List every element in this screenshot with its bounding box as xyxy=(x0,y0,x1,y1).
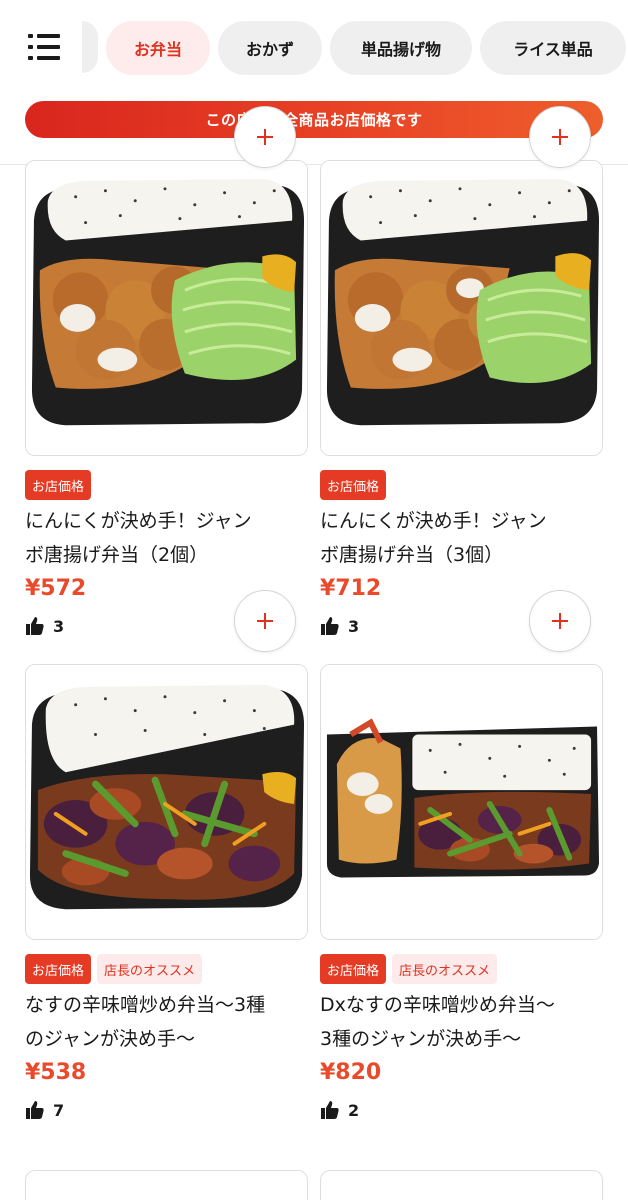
product-name[interactable]: Dxなすの辛味噌炒め弁当〜 3種のジャンが決め手〜 xyxy=(320,988,610,1056)
like-count: 3 xyxy=(25,616,64,636)
product-name-line: 3種のジャンが決め手〜 xyxy=(320,1028,522,1050)
add-to-cart-button[interactable] xyxy=(234,106,296,168)
product-name[interactable]: にんにくが決め手！ジャン ボ唐揚げ弁当（2個） xyxy=(25,504,315,572)
like-count-value: 2 xyxy=(348,1100,360,1120)
product-name-line: にんにくが決め手！ジャン xyxy=(320,510,547,532)
product-price: ¥538 xyxy=(25,1060,87,1085)
badge-row: お店価格 店長のオススメ xyxy=(320,954,498,984)
like-count: 2 xyxy=(320,1100,359,1120)
hamburger-menu-icon[interactable] xyxy=(28,34,60,62)
category-tabs: お弁当 おかず 単品揚げ物 ライス単品 xyxy=(106,21,626,75)
karaage-bento-photo xyxy=(320,160,603,456)
tab-stub xyxy=(82,21,98,73)
badge-row: お店価格 店長のオススメ xyxy=(25,954,203,984)
like-count-value: 3 xyxy=(348,616,360,636)
store-price-badge: お店価格 xyxy=(320,470,387,500)
like-count-value: 3 xyxy=(53,616,65,636)
eggplant-bento-photo xyxy=(25,664,308,940)
badge-row: お店価格 xyxy=(25,470,92,500)
plus-icon xyxy=(552,613,568,629)
tab-rice[interactable]: ライス単品 xyxy=(480,21,626,75)
store-price-badge: お店価格 xyxy=(25,470,92,500)
thumbs-up-icon xyxy=(321,617,339,635)
product-card-partial[interactable] xyxy=(320,1170,603,1200)
tab-bento[interactable]: お弁当 xyxy=(106,21,210,75)
dx-eggplant-bento-photo xyxy=(320,664,603,940)
plus-icon xyxy=(257,613,273,629)
like-count-value: 7 xyxy=(53,1100,65,1120)
product-name[interactable]: にんにくが決め手！ジャン ボ唐揚げ弁当（3個） xyxy=(320,504,610,572)
product-name-line: にんにくが決め手！ジャン xyxy=(25,510,252,532)
thumbs-up-icon xyxy=(26,617,44,635)
product-name[interactable]: なすの辛味噌炒め弁当〜3種 のジャンが決め手〜 xyxy=(25,988,315,1056)
plus-icon xyxy=(257,129,273,145)
store-price-banner: この店舗は全商品お店価格です xyxy=(25,101,603,138)
manager-recommend-badge: 店長のオススメ xyxy=(392,954,498,984)
tab-okazu[interactable]: おかず xyxy=(218,21,322,75)
thumbs-up-icon xyxy=(26,1101,44,1119)
product-name-line: ボ唐揚げ弁当（3個） xyxy=(320,544,504,566)
manager-recommend-badge: 店長のオススメ xyxy=(97,954,203,984)
thumbs-up-icon xyxy=(321,1101,339,1119)
add-to-cart-button[interactable] xyxy=(234,590,296,652)
product-name-line: ボ唐揚げ弁当（2個） xyxy=(25,544,209,566)
product-name-line: のジャンが決め手〜 xyxy=(25,1028,196,1050)
product-name-line: なすの辛味噌炒め弁当〜3種 xyxy=(25,994,266,1016)
store-price-badge: お店価格 xyxy=(25,954,92,984)
product-price: ¥572 xyxy=(25,576,87,601)
like-count: 7 xyxy=(25,1100,64,1120)
store-price-badge: お店価格 xyxy=(320,954,387,984)
tab-fried-items[interactable]: 単品揚げ物 xyxy=(330,21,472,75)
product-price: ¥820 xyxy=(320,1060,382,1085)
add-to-cart-button[interactable] xyxy=(529,106,591,168)
product-card-partial[interactable] xyxy=(25,1170,308,1200)
product-name-line: Dxなすの辛味噌炒め弁当〜 xyxy=(320,994,555,1016)
product-price: ¥712 xyxy=(320,576,382,601)
karaage-bento-photo xyxy=(25,160,308,456)
plus-icon xyxy=(552,129,568,145)
like-count: 3 xyxy=(320,616,359,636)
badge-row: お店価格 xyxy=(320,470,387,500)
add-to-cart-button[interactable] xyxy=(529,590,591,652)
